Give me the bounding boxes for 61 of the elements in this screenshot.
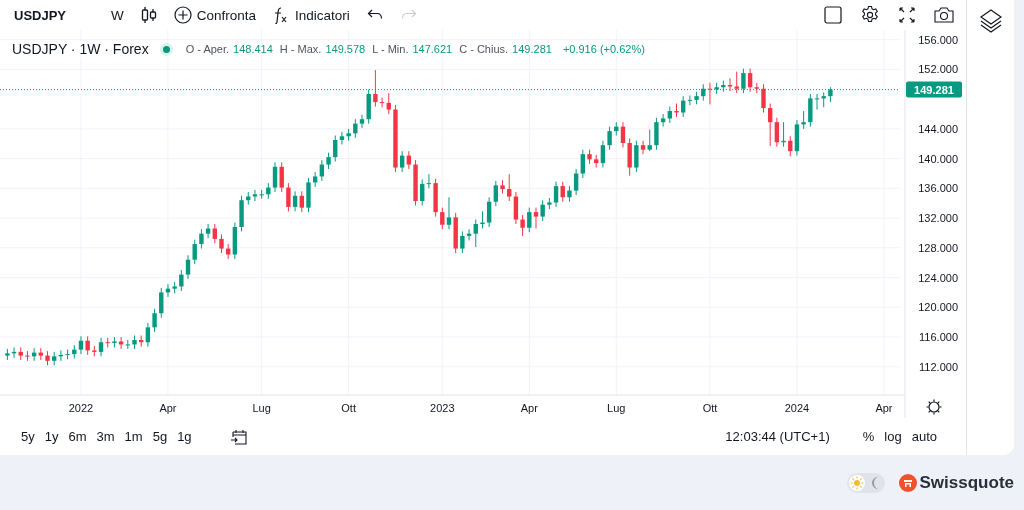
legend-value: 147.621 [412, 43, 453, 55]
chart-title: USDJPY · 1W · Forex [12, 41, 149, 57]
price-axis-label: 132.000 [918, 212, 958, 225]
legend-label: H - Max. [279, 43, 322, 55]
scale-option[interactable]: log [879, 427, 907, 446]
price-axis-label: 120.000 [918, 301, 958, 314]
sun-icon [849, 475, 864, 490]
price-axis-label: 116.000 [919, 331, 958, 343]
time-axis-label: Ott [702, 402, 718, 414]
brand-logo-icon [898, 473, 917, 492]
price-tag: 149.281 [906, 81, 962, 98]
range-button[interactable]: 5y [16, 427, 40, 446]
candle [132, 335, 137, 350]
legend-label: L - Min. [372, 43, 409, 55]
settings-icon[interactable] [925, 398, 943, 416]
interval-button[interactable]: W [106, 4, 129, 26]
time-axis-label: Apr [875, 402, 893, 414]
scale-option[interactable]: auto [906, 427, 942, 446]
price-axis-label: 128.000 [918, 241, 958, 254]
time-axis-label: Lug [607, 402, 626, 414]
candle [828, 86, 833, 103]
theme-toggle[interactable] [846, 472, 885, 493]
time-axis-label: Apr [159, 402, 177, 414]
legend-label: O - Aper. [185, 43, 230, 55]
candle [761, 83, 766, 113]
symbol-button[interactable]: USDJPY [8, 7, 100, 23]
candle [219, 233, 224, 254]
compare-button[interactable]: Confronta [168, 3, 262, 27]
legend-change: +0.916 (+0.62%) [562, 43, 645, 55]
candle [45, 350, 50, 366]
range-button[interactable]: 6m [63, 427, 92, 446]
price-axis-label: 136.000 [918, 182, 958, 195]
range-button[interactable]: 1m [119, 427, 148, 446]
time-axis-label: Lug [252, 402, 271, 414]
legend-value: 149.281 [512, 43, 552, 55]
legend-label: C - Chius. [459, 43, 509, 55]
indicators-button[interactable]: Indicatori [267, 3, 355, 27]
time-axis-label: 2023 [430, 402, 455, 414]
timezone-clock[interactable]: 12:03:44 (UTC+1) [725, 429, 830, 444]
price-axis-label: 112.000 [919, 360, 958, 373]
brand-name: Swissquote [919, 472, 1014, 493]
price-axis-label: 152.000 [918, 63, 958, 76]
price-axis-label: 140.000 [918, 152, 958, 165]
candle [674, 103, 679, 118]
price-axis-label: 144.000 [918, 122, 958, 135]
time-axis-label: Apr [520, 402, 538, 414]
time-axis-label: Ott [341, 402, 356, 414]
price-axis-label: 124.000 [918, 271, 958, 284]
time-axis-label: 2024 [784, 402, 810, 414]
price-axis-label: 156.000 [918, 33, 958, 46]
scale-option[interactable]: % [857, 427, 880, 446]
range-button[interactable]: 5g [147, 427, 173, 446]
legend-value: 149.578 [325, 43, 366, 55]
ref-line-label: 149.281 [914, 84, 954, 97]
legend-value: 148.414 [233, 43, 273, 55]
plus-circle-icon [173, 6, 192, 24]
range-button[interactable]: 1y [39, 427, 64, 446]
range-button[interactable]: 3m [91, 427, 120, 446]
time-axis-label: 2022 [68, 402, 94, 414]
market-status-dot [162, 45, 170, 53]
range-button[interactable]: 1g [172, 427, 197, 446]
